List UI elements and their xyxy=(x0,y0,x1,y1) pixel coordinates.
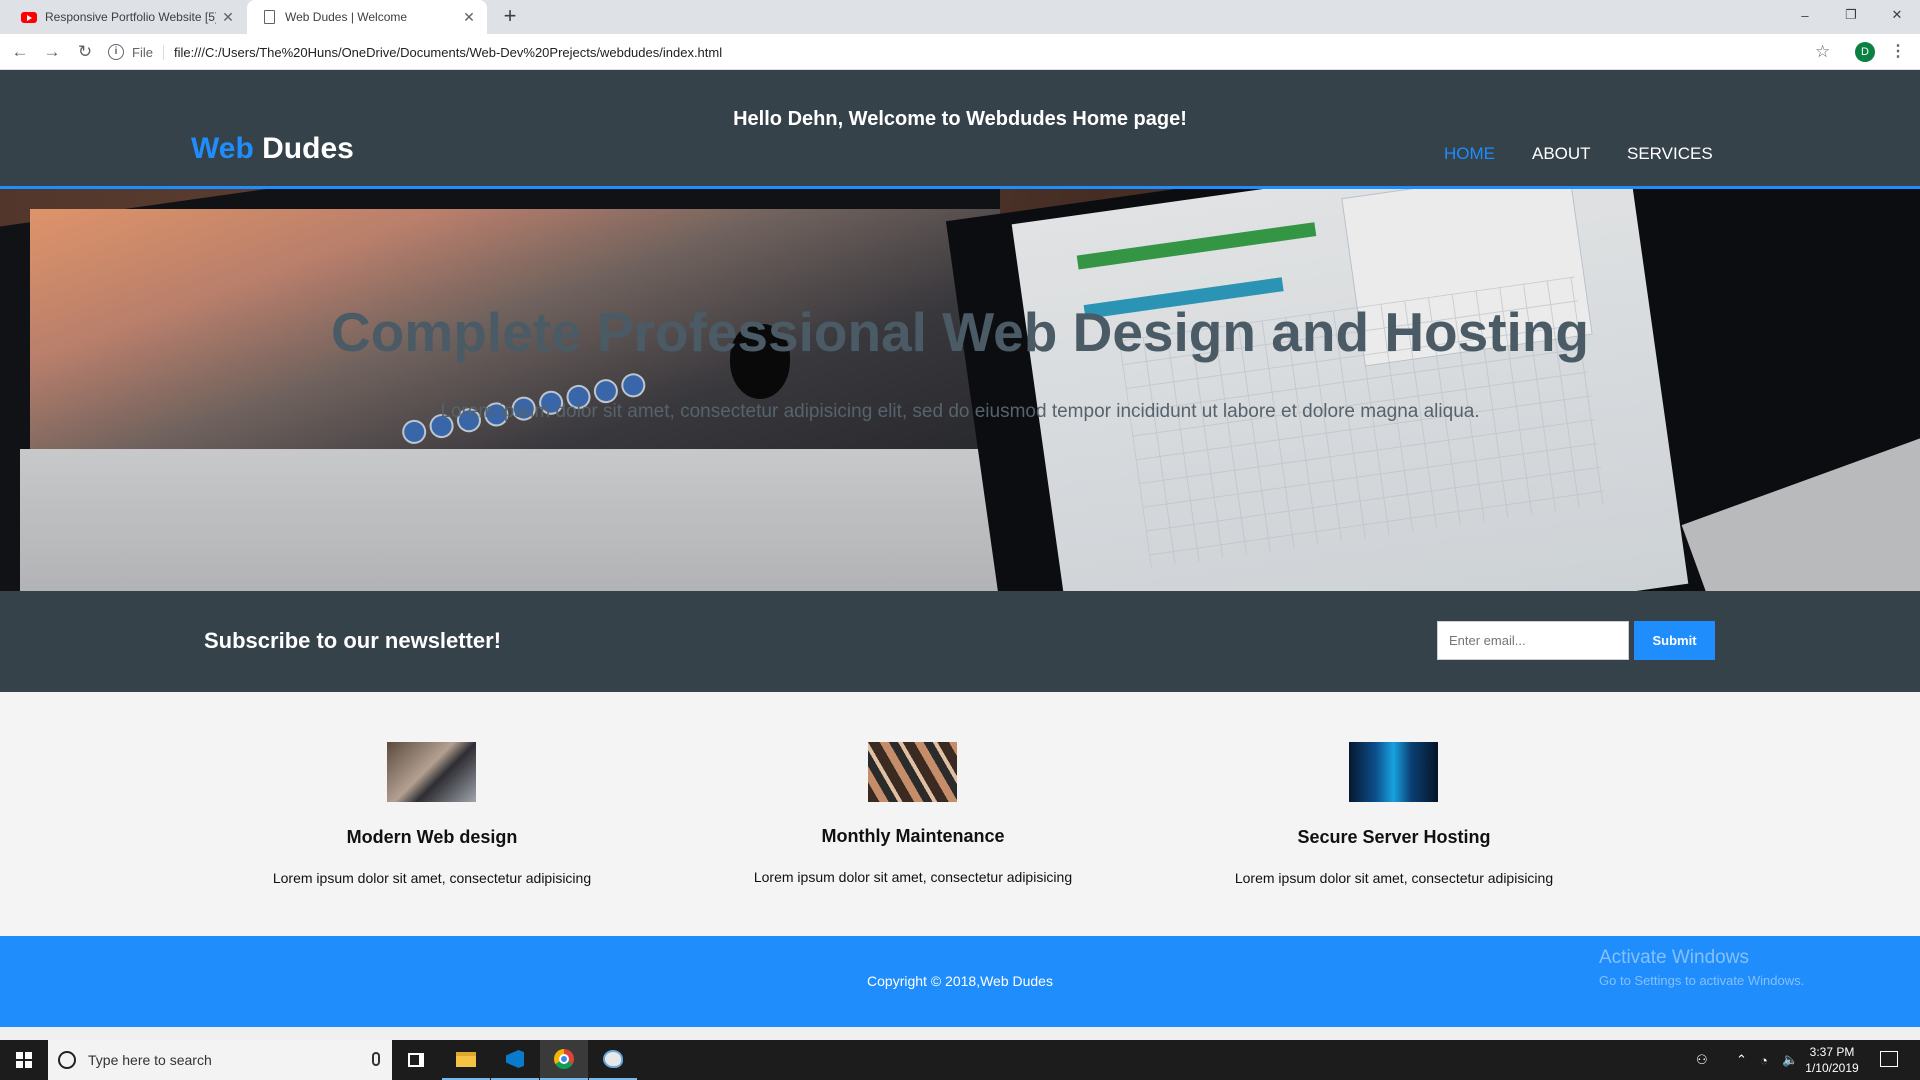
site-footer: Copyright © 2018,Web Dudes Activate Wind… xyxy=(0,936,1920,1027)
browser-tab-strip: Responsive Portfolio Website [5] ✕ Web D… xyxy=(0,0,1920,34)
windows-logo-icon xyxy=(16,1052,32,1068)
showcase-section: Complete Professional Web Design and Hos… xyxy=(0,189,1920,591)
start-button[interactable] xyxy=(0,1040,48,1080)
boxes-section: Modern Web design Lorem ipsum dolor sit … xyxy=(0,692,1920,936)
clock-time: 3:37 PM xyxy=(1809,1045,1855,1059)
profile-avatar[interactable]: D xyxy=(1855,42,1875,62)
maintenance-image xyxy=(868,742,957,802)
newsletter-section: Subscribe to our newsletter! Submit xyxy=(0,591,1920,692)
box-text: Lorem ipsum dolor sit amet, consectetur … xyxy=(272,870,592,886)
clock-date: 1/10/2019 xyxy=(1805,1061,1859,1075)
chrome-icon[interactable] xyxy=(540,1040,588,1080)
tab-web-dudes[interactable]: Web Dudes | Welcome ✕ xyxy=(247,0,487,34)
email-input[interactable] xyxy=(1437,621,1629,660)
watermark-subtitle: Go to Settings to activate Windows. xyxy=(1599,973,1805,988)
back-icon[interactable]: ← xyxy=(8,40,32,64)
site-header: Hello Dehn, Welcome to Webdudes Home pag… xyxy=(0,70,1920,189)
nav-home[interactable]: HOME xyxy=(1444,144,1495,164)
tab-close-icon[interactable]: ✕ xyxy=(216,9,240,26)
site-logo[interactable]: Web Dudes xyxy=(191,132,354,166)
activate-windows-watermark: Activate Windows Go to Settings to activ… xyxy=(1599,947,1804,988)
reload-icon[interactable]: ↻ xyxy=(73,40,97,64)
youtube-icon xyxy=(21,9,37,25)
logo-highlight: Web xyxy=(191,132,254,165)
network-icon[interactable]: ◔ xyxy=(1760,1040,1768,1080)
tab-close-icon[interactable]: ✕ xyxy=(457,9,481,26)
server-hosting-image xyxy=(1349,742,1438,802)
box-title: Monthly Maintenance xyxy=(821,826,1005,846)
hero-title: Complete Professional Web Design and Hos… xyxy=(330,301,1590,363)
search-placeholder: Type here to search xyxy=(88,1052,212,1068)
tab-title: Web Dudes | Welcome xyxy=(285,10,408,24)
new-tab-button[interactable]: + xyxy=(498,5,522,29)
cortana-icon xyxy=(58,1051,76,1069)
windows-taskbar: Type here to search ⚇ ⌃ ◔ 🔈 3:37 PM 1/10… xyxy=(0,1040,1920,1080)
taskbar-search[interactable]: Type here to search xyxy=(48,1040,392,1080)
browser-menu-icon[interactable]: ⋮ xyxy=(1890,41,1906,61)
newsletter-heading: Subscribe to our newsletter! xyxy=(204,628,502,653)
close-window-button[interactable]: ✕ xyxy=(1874,0,1920,30)
forward-icon[interactable]: → xyxy=(40,40,64,64)
box-text: Lorem ipsum dolor sit amet, consectetur … xyxy=(1234,870,1554,886)
box-title: Secure Server Hosting xyxy=(1297,827,1491,847)
watermark-title: Activate Windows xyxy=(1599,947,1749,968)
action-center-icon[interactable] xyxy=(1880,1051,1898,1067)
show-hidden-icons-icon[interactable]: ⌃ xyxy=(1736,1040,1747,1080)
url-text[interactable]: file:///C:/Users/The%20Huns/OneDrive/Doc… xyxy=(174,45,722,60)
people-icon[interactable]: ⚇ xyxy=(1696,1040,1708,1080)
tab-portfolio[interactable]: Responsive Portfolio Website [5] ✕ xyxy=(9,0,246,34)
file-explorer-icon[interactable] xyxy=(442,1040,490,1080)
address-bar[interactable]: i File file:///C:/Users/The%20Huns/OneDr… xyxy=(108,37,1828,67)
logo-rest: Dudes xyxy=(253,132,354,165)
url-scheme: File xyxy=(132,44,164,60)
hero-text: Lorem ipsum dolor sit amet, consectetur … xyxy=(440,401,1480,422)
nav-about[interactable]: ABOUT xyxy=(1532,144,1591,164)
web-design-image xyxy=(387,742,476,802)
submit-button[interactable]: Submit xyxy=(1634,621,1715,660)
browser-toolbar: ← → ↻ i File file:///C:/Users/The%20Huns… xyxy=(0,34,1920,70)
paint-icon[interactable] xyxy=(589,1040,637,1080)
greeting-text: Hello Dehn, Welcome to Webdudes Home pag… xyxy=(733,108,1187,130)
taskbar-clock[interactable]: 3:37 PM 1/10/2019 xyxy=(1796,1044,1868,1076)
box-text: Lorem ipsum dolor sit amet, consectetur … xyxy=(753,869,1073,885)
vscode-icon[interactable] xyxy=(491,1040,539,1080)
tab-title: Responsive Portfolio Website [5] xyxy=(45,10,216,24)
task-view-icon[interactable] xyxy=(392,1040,440,1080)
box-title: Modern Web design xyxy=(346,827,518,847)
bookmark-star-icon[interactable]: ☆ xyxy=(1815,42,1830,62)
info-icon[interactable]: i xyxy=(108,44,124,60)
maximize-button[interactable]: ❐ xyxy=(1828,0,1874,30)
nav-services[interactable]: SERVICES xyxy=(1627,144,1713,164)
document-icon xyxy=(261,9,277,25)
microphone-icon[interactable] xyxy=(372,1052,380,1066)
minimize-button[interactable]: – xyxy=(1782,0,1828,30)
